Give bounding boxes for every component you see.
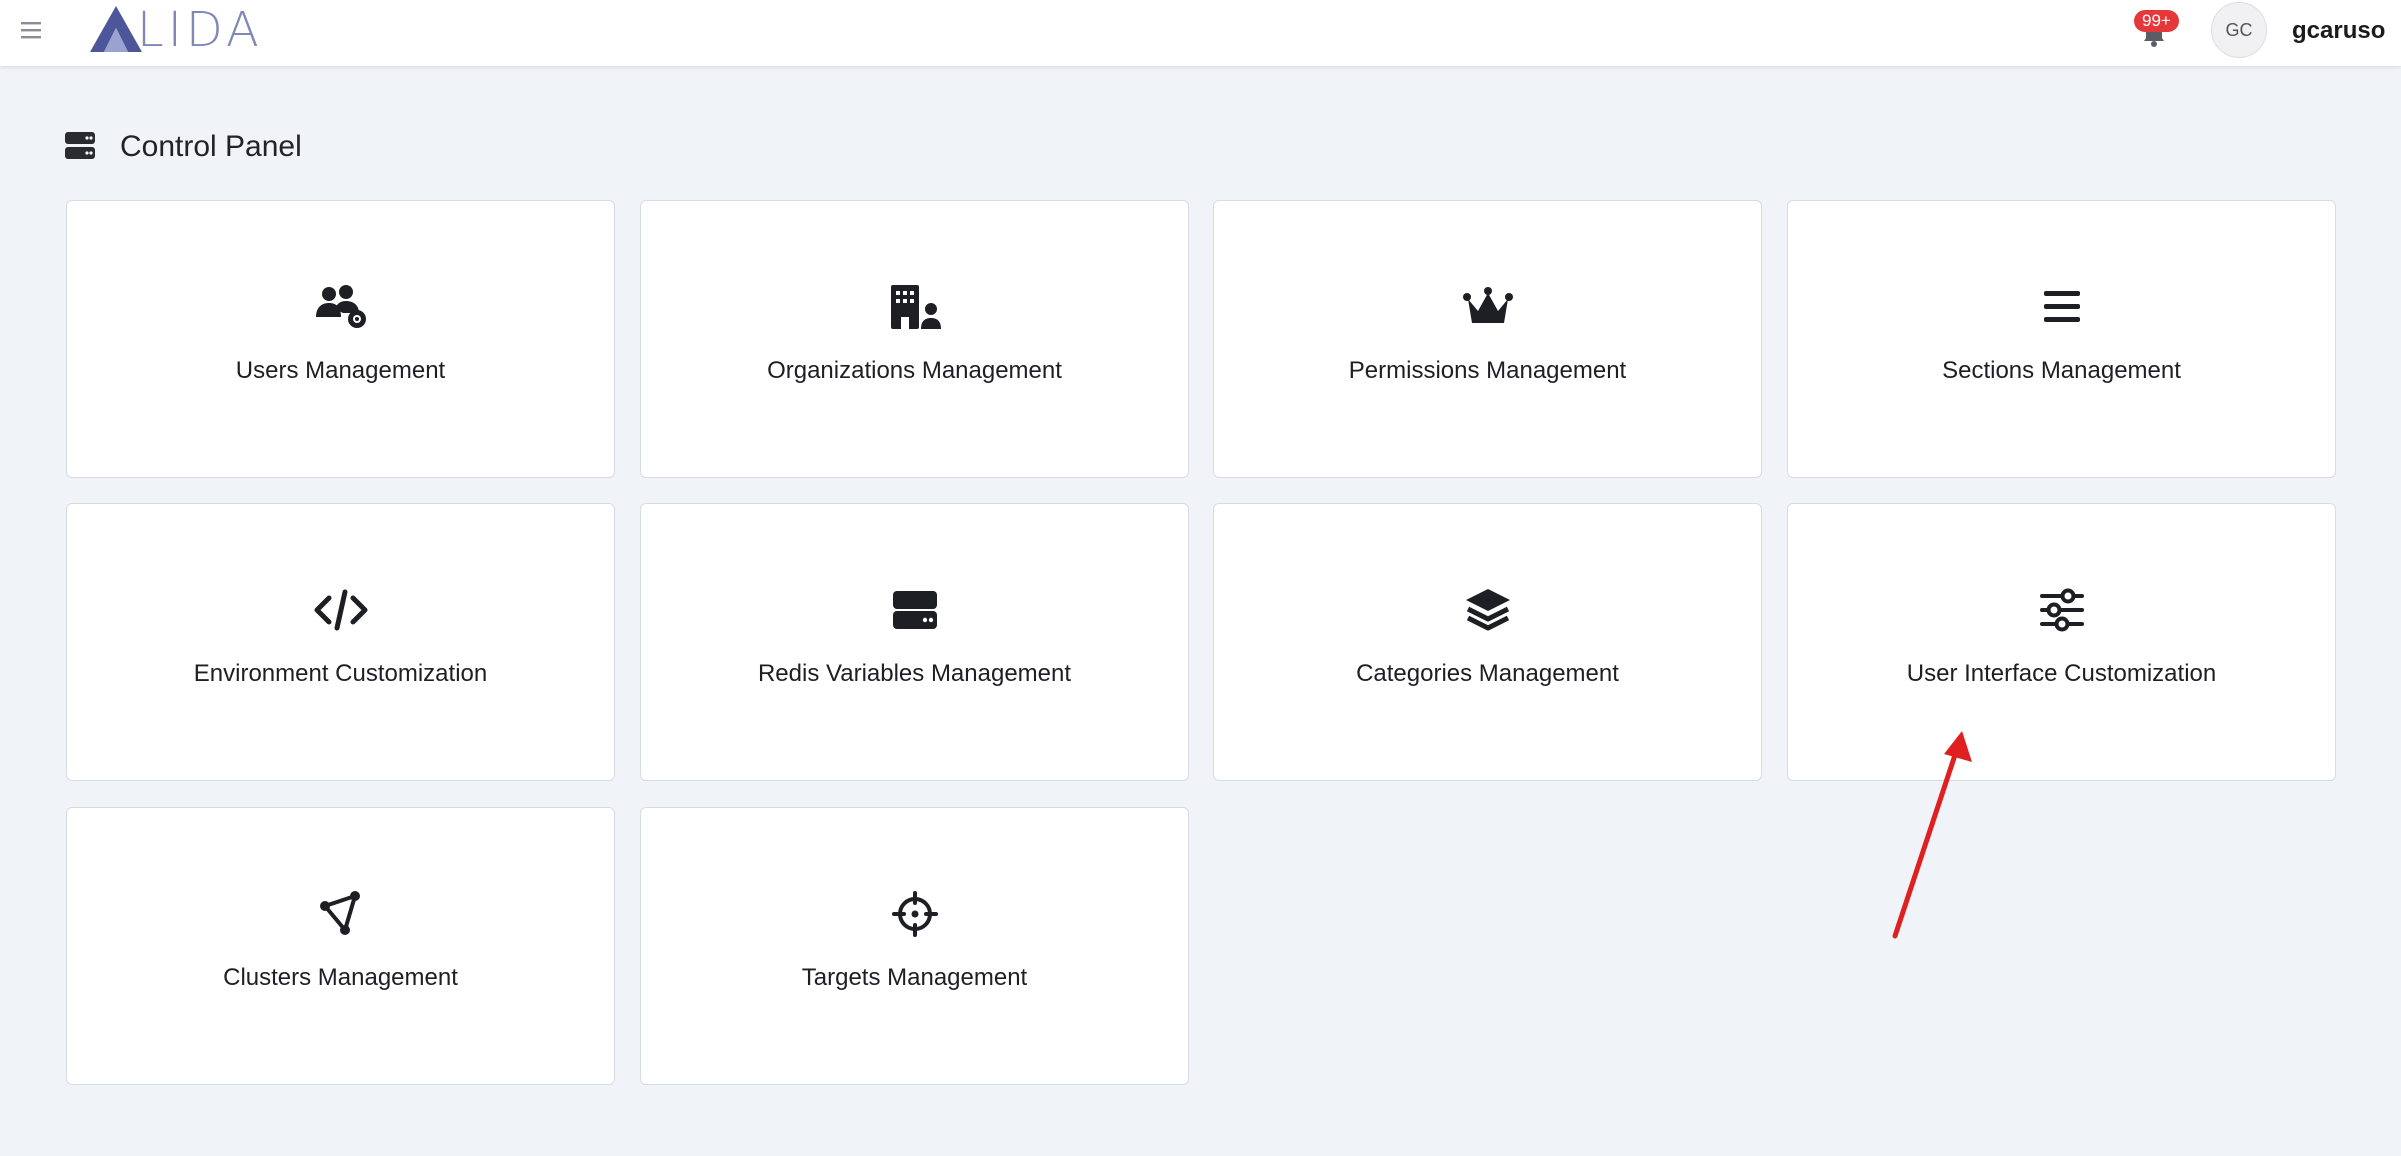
card-sections-management[interactable]: Sections Management bbox=[1787, 200, 2336, 478]
bars-icon bbox=[2034, 279, 2090, 335]
card-categories-management[interactable]: Categories Management bbox=[1213, 503, 1762, 781]
page-title: Control Panel bbox=[120, 130, 302, 163]
card-redis-variables-management[interactable]: Redis Variables Management bbox=[640, 503, 1189, 781]
username[interactable]: gcaruso bbox=[2292, 16, 2385, 46]
lida-logo-icon[interactable] bbox=[88, 4, 144, 54]
card-label: Clusters Management bbox=[223, 964, 458, 991]
top-bar: LIDA 99+ GC gcaruso bbox=[0, 0, 2401, 66]
card-user-interface-customization[interactable]: User Interface Customization bbox=[1787, 503, 2336, 781]
card-permissions-management[interactable]: Permissions Management bbox=[1213, 200, 1762, 478]
server-icon bbox=[65, 132, 95, 159]
card-targets-management[interactable]: Targets Management bbox=[640, 807, 1189, 1085]
cluster-nodes-icon bbox=[313, 886, 369, 942]
card-label: Permissions Management bbox=[1348, 357, 1627, 384]
crosshair-icon bbox=[887, 886, 943, 942]
layers-icon bbox=[1460, 582, 1516, 638]
card-users-management[interactable]: Users Management bbox=[66, 200, 615, 478]
sliders-icon bbox=[2034, 582, 2090, 638]
card-label: Categories Management bbox=[1356, 660, 1619, 687]
card-label: Environment Customization bbox=[193, 660, 488, 687]
crown-icon bbox=[1460, 279, 1516, 335]
logo-text: LIDA bbox=[137, 2, 263, 58]
building-user-icon bbox=[887, 279, 943, 335]
code-icon bbox=[313, 582, 369, 638]
card-label: Targets Management bbox=[801, 964, 1028, 991]
avatar[interactable]: GC bbox=[2211, 2, 2267, 58]
notification-badge[interactable]: 99+ bbox=[2134, 10, 2179, 32]
hamburger-menu-icon[interactable] bbox=[18, 14, 50, 46]
card-clusters-management[interactable]: Clusters Management bbox=[66, 807, 615, 1085]
card-label: User Interface Customization bbox=[1906, 660, 2217, 687]
card-label: Users Management bbox=[235, 357, 446, 384]
card-environment-customization[interactable]: Environment Customization bbox=[66, 503, 615, 781]
server-icon bbox=[887, 582, 943, 638]
card-label: Sections Management bbox=[1942, 357, 2181, 384]
users-gear-icon bbox=[313, 279, 369, 335]
card-label: Organizations Management bbox=[767, 357, 1062, 384]
card-organizations-management[interactable]: Organizations Management bbox=[640, 200, 1189, 478]
card-label: Redis Variables Management bbox=[757, 660, 1072, 687]
